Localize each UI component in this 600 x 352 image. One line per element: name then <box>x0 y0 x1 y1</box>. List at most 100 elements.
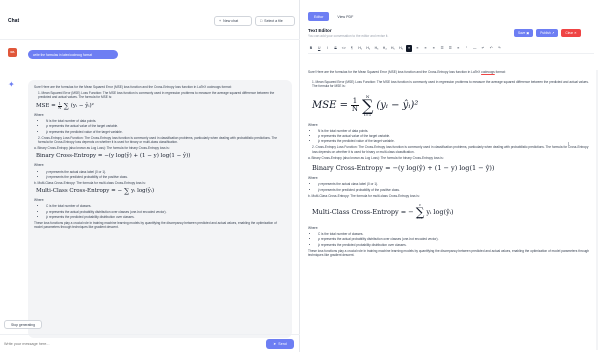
sum-lower: i=1 <box>364 111 372 117</box>
h5-button[interactable]: H₅ <box>390 45 396 52</box>
save-label: Save <box>518 31 526 35</box>
save-icon: ▣ <box>526 31 530 35</box>
align-center-button[interactable]: ≡ <box>414 45 420 52</box>
undo-button[interactable]: ↶ <box>488 45 494 52</box>
mse-formula-fraction: 1 N <box>57 102 62 110</box>
clear-button[interactable]: Clear ✕ <box>561 29 581 37</box>
sum-lower: i=1 <box>417 216 423 221</box>
bullet-list-button[interactable]: ☰ <box>439 45 445 52</box>
list-item: C is the total number of classes. <box>318 232 594 236</box>
ai-intro: Sure! Here are the formulas for the Mean… <box>34 85 232 89</box>
doc-multi-tail: yᵢ log(ŷᵢ) <box>426 207 454 216</box>
save-button[interactable]: Save ▣ <box>514 29 534 37</box>
tab-view-pdf[interactable]: View PDF <box>331 12 359 21</box>
h2-button[interactable]: H₂ <box>365 45 371 52</box>
ai-closing: These loss functions play a crucial role… <box>34 221 277 230</box>
select-file-label: Select a file <box>264 19 283 23</box>
h4-button[interactable]: H₄ <box>382 45 388 52</box>
paragraph-button[interactable]: ¶ <box>349 45 355 52</box>
binary-formula: Binary Cross-Entropy = −(y log(ŷ) + (1 −… <box>36 153 191 160</box>
list-item: N is the total number of data points. <box>318 129 594 133</box>
doc-multi-label: b. Multi-Class Cross-Entropy: The formul… <box>308 193 420 198</box>
editor-subtitle: You can add your conversation to the edi… <box>308 34 389 38</box>
list-item: ŷᵢ represents the predicted probability … <box>318 243 594 247</box>
align-left-button[interactable]: ≡ <box>406 44 413 52</box>
clear-label: Clear <box>565 31 574 35</box>
select-file-button[interactable]: □ Select a file <box>255 16 295 26</box>
sigma-symbol: ∑ <box>124 187 130 196</box>
redo-button[interactable]: ↷ <box>496 45 502 52</box>
doc-mse-sum: N ∑ i=1 <box>361 94 374 117</box>
align-right-button[interactable]: ≡ <box>423 45 429 52</box>
stop-generating-button[interactable]: Stop generating <box>4 320 42 329</box>
chat-header: Chat + New chat □ Select a file <box>0 0 300 40</box>
bold-button[interactable]: B <box>308 45 314 52</box>
mse-formula-lhs: MSE = <box>36 102 56 109</box>
doc-intro-codecogs: codecogs <box>481 70 495 74</box>
align-justify-button[interactable]: ≡ <box>431 45 437 52</box>
binary-bullets: y represents the actual class label (0 o… <box>34 170 286 179</box>
binary-label: a. Binary Cross-Entropy (also known as L… <box>34 146 170 151</box>
doc-multi-sum: C ∑ i=1 <box>416 204 425 220</box>
doc-mse-fraction: 1 N <box>350 98 359 114</box>
italic-button[interactable]: I <box>324 45 330 52</box>
tab-editor[interactable]: Editor <box>308 12 330 21</box>
strike-button[interactable]: S <box>333 45 339 52</box>
where-label: Where: <box>34 163 45 168</box>
new-chat-button[interactable]: + New chat <box>214 16 252 26</box>
doc-intro-end: format: <box>494 70 506 74</box>
user-avatar: MA <box>8 48 17 57</box>
where-label: Where: <box>308 176 319 181</box>
doc-intro-text: Sure! Here are the formulas for the Mean… <box>308 70 482 74</box>
h6-button[interactable]: H₆ <box>398 45 404 52</box>
line-break-button[interactable]: ↵ <box>480 45 486 52</box>
sigma-symbol: ∑ <box>361 95 374 115</box>
list-item: yᵢ represents the actual value of the ta… <box>318 134 594 138</box>
chat-pane: Chat + New chat □ Select a file MA write… <box>0 0 300 352</box>
doc-mse-bullets: N is the total number of data points. yᵢ… <box>308 129 594 144</box>
mse-bullets: N is the total number of data points. yᵢ… <box>34 119 286 134</box>
list-item: yᵢ represents the actual value of the ta… <box>46 124 286 128</box>
mse-formula: MSE = 1 N ∑ (yᵢ − ŷᵢ)² <box>36 101 286 110</box>
h1-button[interactable]: H₁ <box>357 45 363 52</box>
doc-intro: Sure! Here are the formulas for the Mean… <box>308 70 594 74</box>
publish-button[interactable]: Publish ↗ <box>536 29 559 37</box>
ai-item-ce: 2. Cross-Entropy Loss Function: The Cros… <box>38 135 278 145</box>
message-input[interactable] <box>4 338 260 350</box>
text-cursor-icon: I <box>568 142 570 148</box>
where-label: Where: <box>308 226 319 231</box>
list-item: y represents the actual class label (0 o… <box>46 170 286 174</box>
multi-label: b. Multi-Class Cross-Entropy: The formul… <box>34 181 146 186</box>
doc-mse-den: N <box>351 105 359 114</box>
h3-button[interactable]: H₃ <box>374 45 380 52</box>
where-label: Where: <box>308 122 319 127</box>
ai-message: Sure! Here are the formulas for the Mean… <box>28 80 292 338</box>
list-item: yᵢ represents the actual probability dis… <box>46 210 286 214</box>
file-icon: □ <box>260 19 263 23</box>
list-item: N is the total number of data points. <box>46 119 286 123</box>
editor-scrollbar[interactable] <box>596 70 598 350</box>
code-button[interactable]: <> <box>341 45 347 52</box>
sigma-symbol: ∑ <box>63 101 69 110</box>
list-item: C is the total number of classes. <box>46 204 286 208</box>
horizontal-rule-button[interactable]: — <box>472 45 478 52</box>
ai-item-mse: 1. Mean Squared Error (MSE) Loss Functio… <box>38 91 275 100</box>
list-item: ŷ represents the predicted probability o… <box>46 175 286 179</box>
send-button[interactable]: ➤ Send <box>266 339 294 349</box>
code-block-button[interactable]: ≡ <box>455 45 461 52</box>
plus-icon: + <box>219 19 222 23</box>
quote-button[interactable]: “ <box>464 45 470 52</box>
where-label: Where: <box>34 198 45 203</box>
editor-document[interactable]: Sure! Here are the formulas for the Mean… <box>308 70 594 352</box>
publish-icon: ↗ <box>551 31 555 35</box>
multi-formula-tail: yᵢ log(ŷᵢ) <box>131 188 155 195</box>
user-message: write the formulas in latex/codecog form… <box>28 50 118 59</box>
send-icon: ➤ <box>273 342 277 346</box>
ordered-list-button[interactable]: ☰ <box>447 45 453 52</box>
underline-button[interactable]: U <box>316 45 322 52</box>
doc-item-mse: 1. Mean Squared Error (MSE) Loss Functio… <box>312 80 589 89</box>
list-item: ŷ represents the predicted probability o… <box>318 188 594 192</box>
editor-tabs: Editor View PDF <box>308 12 359 21</box>
list-item: ŷᵢ represents the predicted probability … <box>46 215 286 219</box>
trash-icon: ✕ <box>574 31 577 35</box>
